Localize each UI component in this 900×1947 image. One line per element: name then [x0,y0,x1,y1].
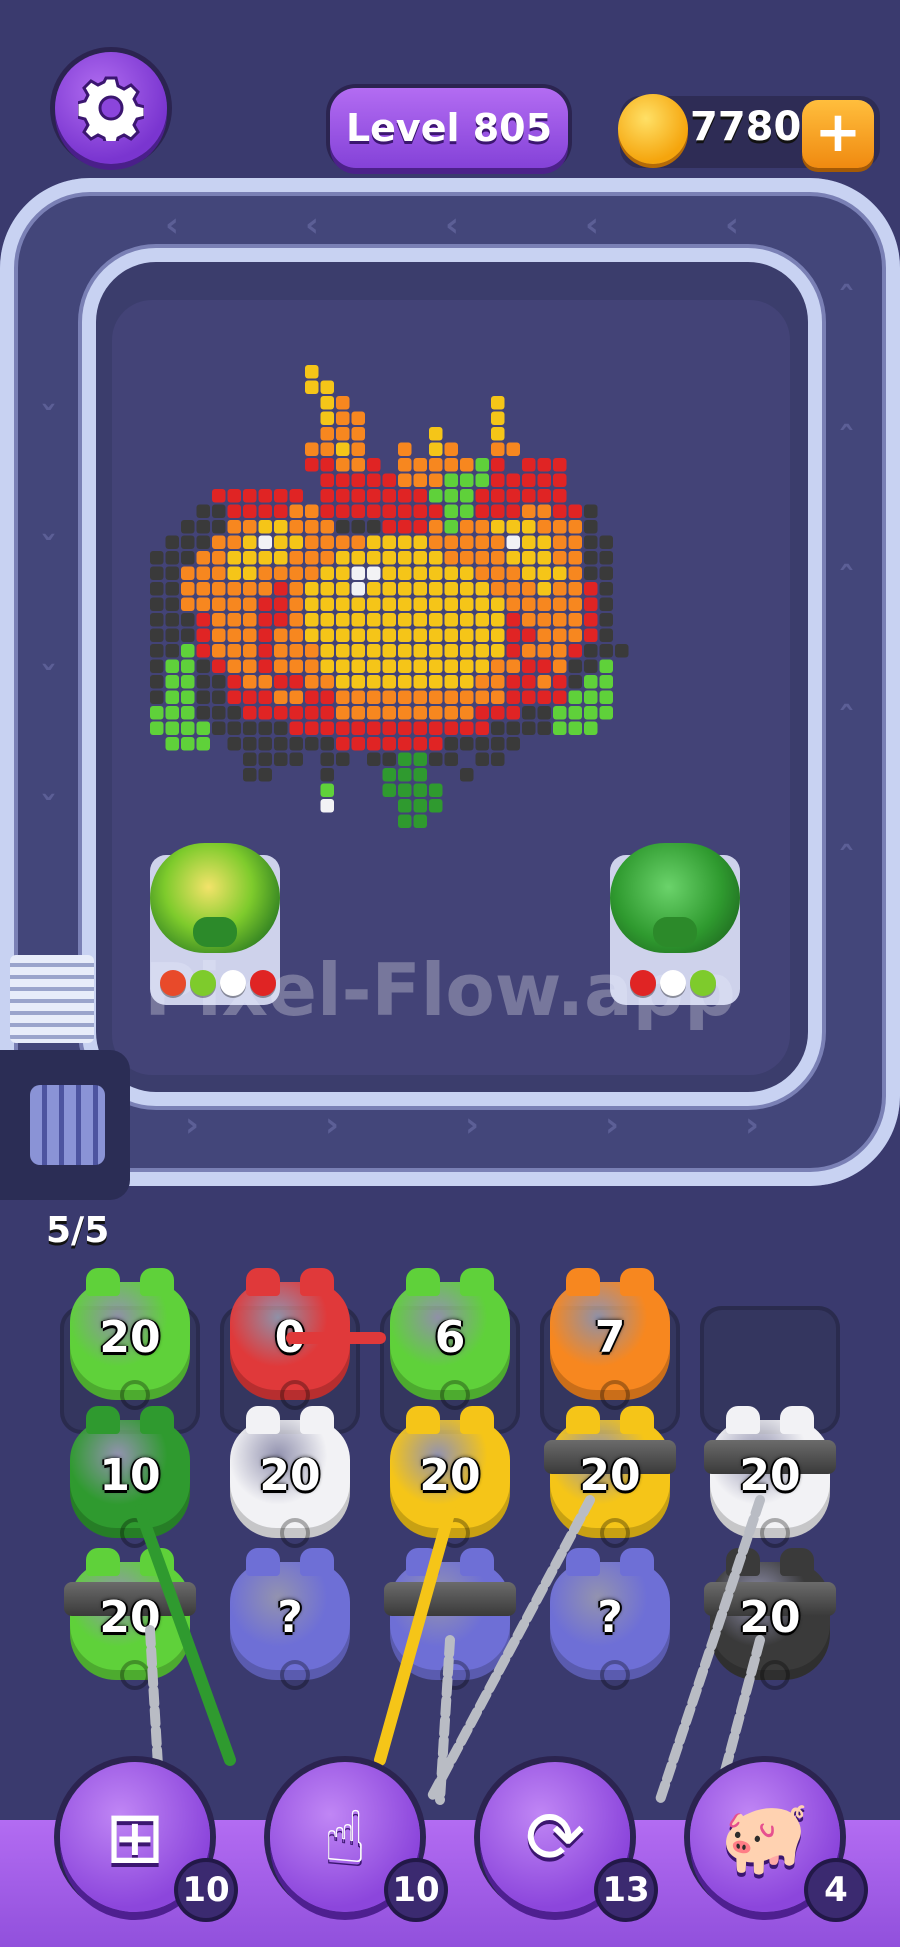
booster-count-badge: 10 [388,1862,444,1918]
hand-icon: ☝ [323,1795,367,1879]
booster-count-badge: 10 [178,1862,234,1918]
shuffle-icon: ⟳ [524,1795,586,1879]
chains-overlay [134,1332,765,1805]
pig-link-rope [374,1504,456,1766]
chain-icon [435,1635,455,1805]
chain-icon [655,1495,765,1805]
booster-count-badge: 13 [598,1862,654,1918]
pig-icon: 🐖 [720,1794,810,1879]
booster-count-badge: 4 [808,1862,864,1918]
add-slot-icon: ⊞ [104,1795,166,1879]
